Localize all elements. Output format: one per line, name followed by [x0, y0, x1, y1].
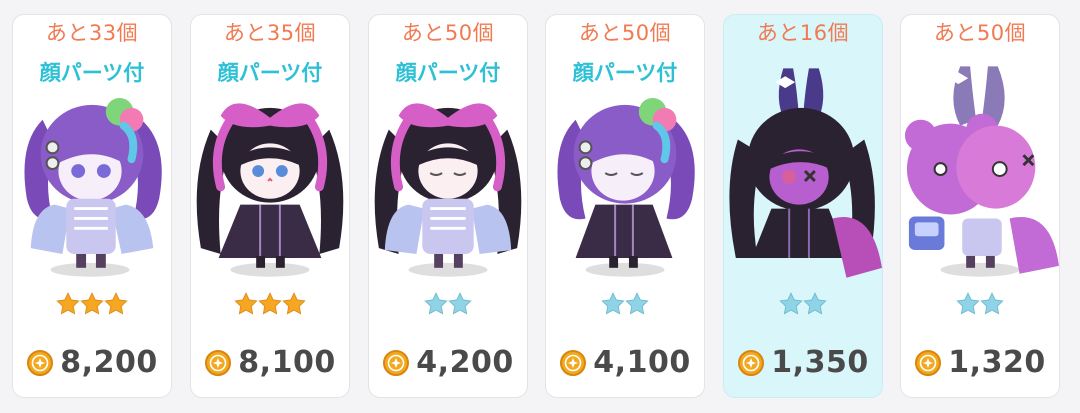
item-strip: あと33個 顔パーツ付 8,200 あと35個 顔パーツ付 8,100 あと50…: [0, 0, 1080, 413]
coin-icon: [205, 349, 232, 376]
twin-tail-purple-icon: [13, 59, 171, 289]
price: 8,100: [191, 345, 349, 380]
face-parts-label: 顔パーツ付: [395, 61, 501, 85]
star-icon: [980, 292, 1004, 315]
rarity-stars: [191, 291, 349, 321]
coin-icon: [738, 349, 765, 376]
star-icon: [56, 292, 80, 315]
star-icon: [448, 292, 472, 315]
price-amount: 8,100: [238, 345, 336, 380]
remaining-count: あと50個: [401, 21, 495, 45]
price: 4,100: [546, 345, 704, 380]
star-icon: [779, 292, 803, 315]
star-icon: [625, 292, 649, 315]
star-icon: [234, 292, 258, 315]
pink-bow-sleepy-icon: [369, 59, 527, 289]
coin-icon: [383, 349, 410, 376]
price: 1,320: [901, 345, 1059, 380]
item-card[interactable]: あと50個 顔パーツ付: [368, 14, 528, 398]
price-amount: 4,100: [593, 345, 691, 380]
face-parts-label: 顔パーツ付: [39, 61, 145, 85]
star-icon: [80, 292, 104, 315]
pink-bow-dark-dress-icon: [191, 59, 349, 289]
coin-icon: [27, 349, 54, 376]
star-icon: [601, 292, 625, 315]
price-amount: 1,350: [771, 345, 869, 380]
price: 4,200: [369, 345, 527, 380]
price-amount: 1,320: [948, 345, 1046, 380]
star-icon: [956, 292, 980, 315]
remaining-count: あと50個: [578, 21, 672, 45]
item-card[interactable]: あと33個 顔パーツ付 8,200: [12, 14, 172, 398]
rarity-stars: [369, 291, 527, 321]
price: 1,350: [724, 345, 882, 380]
face-parts-label: 顔パーツ付: [217, 61, 323, 85]
remaining-count: あと33個: [45, 21, 139, 45]
star-icon: [424, 292, 448, 315]
rarity-stars: [901, 291, 1059, 321]
star-icon: [282, 292, 306, 315]
price: 8,200: [13, 345, 171, 380]
remaining-count: あと16個: [756, 21, 850, 45]
rarity-stars: [13, 291, 171, 321]
item-card[interactable]: あと50個 1,320: [900, 14, 1060, 398]
pink-bear-plush-icon: [901, 59, 1059, 289]
star-icon: [104, 292, 128, 315]
price-amount: 4,200: [416, 345, 514, 380]
coin-icon: [560, 349, 587, 376]
remaining-count: あと50個: [933, 21, 1027, 45]
remaining-count: あと35個: [223, 21, 317, 45]
star-icon: [803, 292, 827, 315]
item-card[interactable]: あと35個 顔パーツ付 8,100: [190, 14, 350, 398]
coin-icon: [915, 349, 942, 376]
star-icon: [258, 292, 282, 315]
item-card-selected[interactable]: あと16個 1,350: [723, 14, 883, 398]
item-card[interactable]: あと50個 顔パーツ付: [545, 14, 705, 398]
rarity-stars: [546, 291, 704, 321]
rarity-stars: [724, 291, 882, 321]
price-amount: 8,200: [60, 345, 158, 380]
face-parts-label: 顔パーツ付: [572, 61, 678, 85]
bunny-hood-dark-icon: [724, 59, 882, 289]
twin-tail-sleepy-icon: [546, 59, 704, 289]
